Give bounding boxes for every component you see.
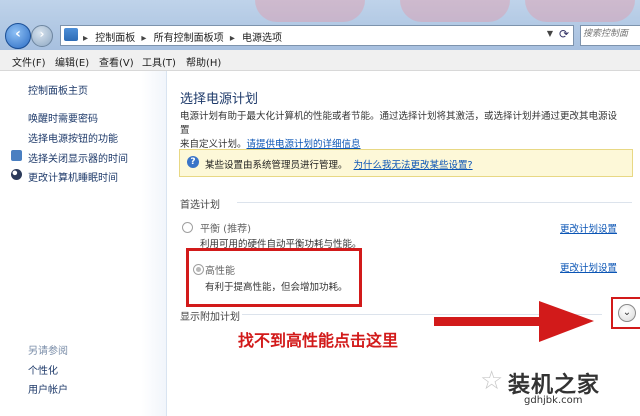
menu-edit[interactable]: 编辑(E) [55, 54, 89, 69]
menu-tools[interactable]: 工具(T) [142, 54, 176, 69]
plan-high-performance-radio[interactable] [193, 264, 204, 275]
sidebar-item-power-button[interactable]: 选择电源按钮的功能 [28, 130, 118, 145]
help-icon: ? [187, 156, 199, 168]
title-decoration [400, 0, 510, 22]
main-content: 选择电源计划 电源计划有助于最大化计算机的性能或者节能。通过选择计划将其激活，或… [167, 71, 640, 416]
watermark-star-icon: ☆ [480, 366, 504, 396]
plan-balanced-name[interactable]: 平衡 (推荐) [200, 220, 251, 235]
sidebar-item-personalization[interactable]: 个性化 [28, 362, 58, 377]
annotation-text: 找不到高性能点击这里 [238, 331, 399, 350]
sidebar-item-sleep-time[interactable]: 更改计算机睡眠时间 [28, 169, 118, 184]
breadcrumb-separator-icon[interactable]: ▸ [141, 33, 146, 44]
search-box[interactable] [580, 25, 640, 46]
title-decoration [255, 0, 365, 22]
menu-help[interactable]: 帮助(H) [186, 54, 221, 69]
admin-info-bar: ? 某些设置由系统管理员进行管理。 为什么我无法更改某些设置? [179, 149, 633, 177]
back-arrow-icon: ‹ [15, 26, 21, 42]
sidebar-item-display-off[interactable]: 选择关闭显示器的时间 [28, 150, 128, 165]
breadcrumb-separator-icon: ▸ [83, 33, 89, 44]
expand-additional-plans-button[interactable]: ⌄ [618, 304, 636, 322]
sleep-icon [11, 169, 22, 180]
watermark-url: gdhjbk.com [524, 395, 583, 406]
menu-bar: 文件(F) 编辑(E) 查看(V) 工具(T) 帮助(H) [0, 50, 640, 71]
high-performance-highlight-box [186, 248, 362, 307]
forward-arrow-icon: › [39, 27, 45, 41]
chevron-down-icon: ⌄ [622, 307, 632, 318]
info-text: 某些设置由系统管理员进行管理。 [205, 160, 348, 171]
menu-view[interactable]: 查看(V) [99, 54, 134, 69]
title-decoration [525, 0, 635, 22]
breadcrumb-power-options[interactable]: 电源选项 [242, 33, 282, 44]
page-description: 电源计划有助于最大化计算机的性能或者节能。通过选择计划将其激活，或选择计划并通过… [180, 110, 620, 152]
back-button[interactable]: ‹ [5, 23, 31, 49]
sidebar-item-user-accounts[interactable]: 用户帐户 [28, 381, 68, 396]
window-titlebar: ‹ › ▸ 控制面板 ▸ 所有控制面板项 ▸ 电源选项 ▼ ⟳ [0, 0, 640, 50]
task-pane: 控制面板主页 唤醒时需要密码 选择电源按钮的功能 选择关闭显示器的时间 更改计算… [0, 71, 167, 416]
preferred-plans-heading: 首选计划 [180, 200, 220, 211]
sidebar-item-wake-password[interactable]: 唤醒时需要密码 [28, 110, 98, 125]
sidebar-home-link[interactable]: 控制面板主页 [28, 82, 88, 97]
breadcrumb-control-panel[interactable]: 控制面板 [95, 33, 135, 44]
forward-button[interactable]: › [31, 25, 53, 47]
page-title: 选择电源计划 [180, 92, 259, 107]
refresh-icon[interactable]: ⟳ [559, 27, 569, 41]
balanced-change-settings-link[interactable]: 更改计划设置 [560, 221, 617, 235]
description-text: 电源计划有助于最大化计算机的性能或者节能。通过选择计划将其激活，或选择计划并通过… [180, 111, 618, 136]
plan-high-performance-name[interactable]: 高性能 [205, 262, 235, 277]
menu-file[interactable]: 文件(F) [12, 54, 46, 69]
control-panel-icon [64, 28, 78, 41]
breadcrumb-all-items[interactable]: 所有控制面板项 [154, 33, 224, 44]
annotation-arrow-icon [434, 301, 594, 342]
why-cannot-change-link[interactable]: 为什么我无法更改某些设置? [354, 160, 473, 171]
display-icon [11, 150, 22, 161]
plan-high-performance-description: 有利于提高性能，但会增加功耗。 [205, 282, 348, 293]
plan-balanced-radio[interactable] [182, 222, 193, 233]
search-input[interactable] [581, 26, 640, 42]
see-also-heading: 另请参阅 [28, 346, 68, 357]
breadcrumb-separator-icon[interactable]: ▸ [230, 33, 235, 44]
divider [237, 202, 632, 203]
address-bar[interactable]: ▸ 控制面板 ▸ 所有控制面板项 ▸ 电源选项 ▼ ⟳ [60, 25, 574, 46]
address-dropdown-icon[interactable]: ▼ [547, 29, 553, 38]
show-additional-plans-heading[interactable]: 显示附加计划 [180, 308, 240, 323]
high-performance-change-settings-link[interactable]: 更改计划设置 [560, 260, 617, 274]
